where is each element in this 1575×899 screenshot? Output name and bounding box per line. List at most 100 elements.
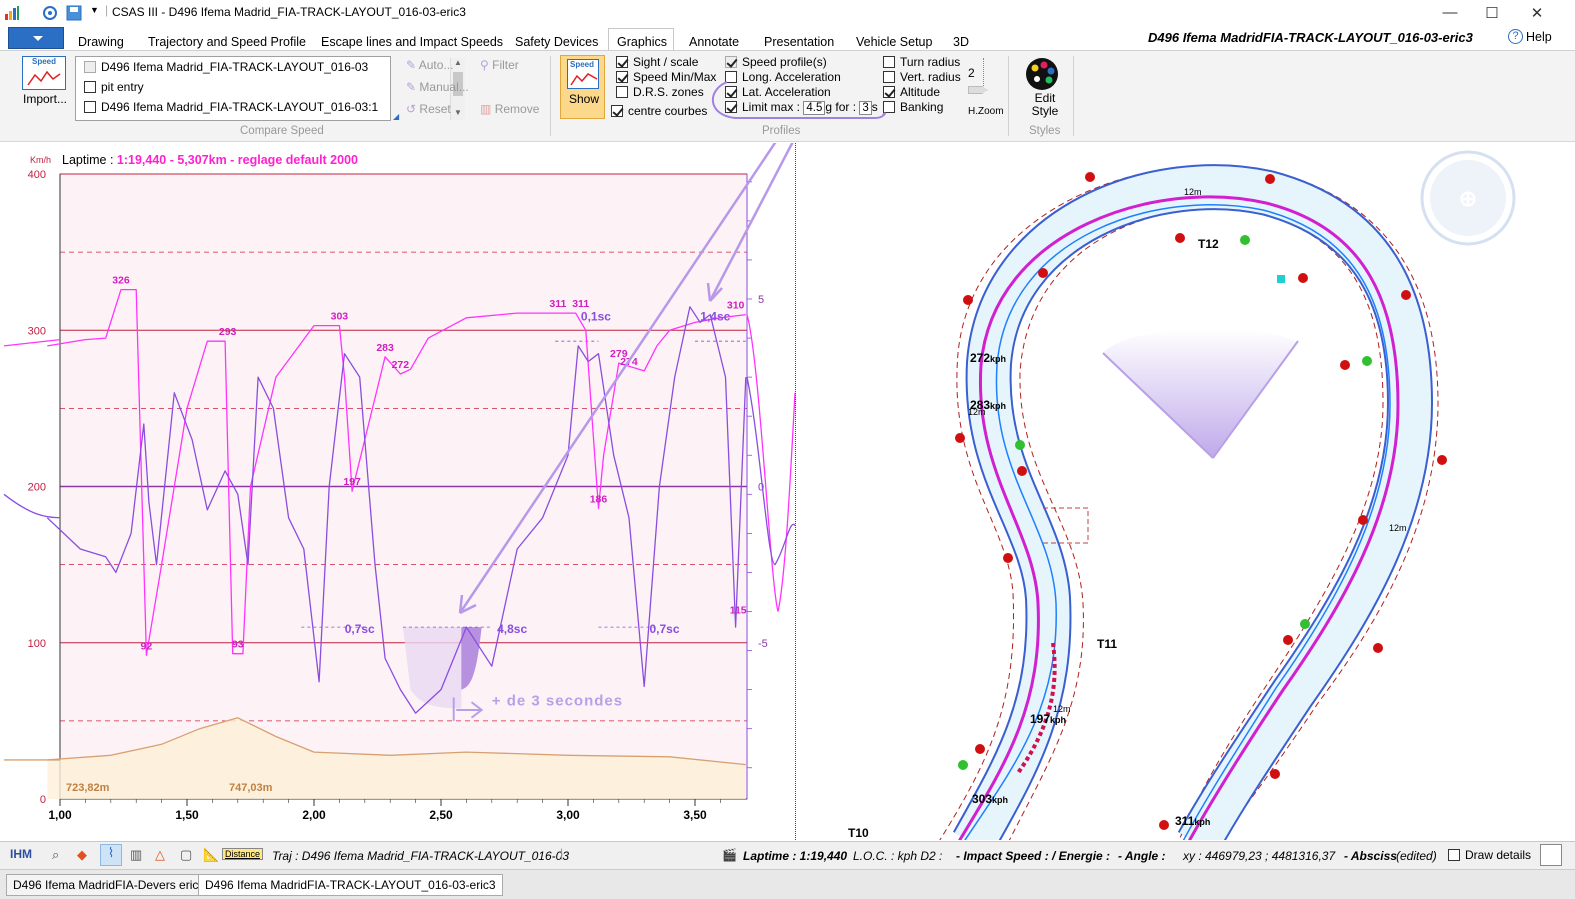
title-bar: ▼ | CSAS III - D496 Ifema Madrid_FIA-TRA…	[0, 0, 1575, 26]
styles-group-label: Styles	[1029, 125, 1061, 137]
track-boundary-inner	[1007, 208, 1384, 844]
reset-icon: ↺	[406, 102, 417, 116]
doc-tab-active[interactable]: D496 Ifema MadridFIA-TRACK-LAYOUT_016-03…	[198, 874, 503, 896]
altitude-label: 747,03m	[229, 782, 273, 794]
edit-style-button[interactable]: Edit Style	[1030, 92, 1060, 118]
status-loc: L.O.C. : kph D2 :	[853, 849, 943, 863]
auto-button[interactable]: ✎ Auto...	[406, 58, 453, 72]
y-tick-label: 400	[28, 169, 46, 181]
status-angle: - Angle :	[1118, 849, 1166, 863]
corner-label: T11	[1097, 637, 1117, 651]
hzoom-label: H.Zoom	[968, 106, 1004, 117]
centre-courbes-checkbox[interactable]: centre courbes	[611, 104, 707, 118]
speed-profiles-checkbox[interactable]: Speed profile(s)	[725, 55, 827, 69]
list-item[interactable]: D496 Ifema Madrid_FIA-TRACK-LAYOUT_016-0…	[84, 60, 368, 74]
import-speed-icon[interactable]: Speed	[22, 56, 66, 90]
import-button[interactable]: Import...	[23, 92, 67, 106]
data-label: 115	[730, 604, 747, 616]
tab-presentation[interactable]: Presentation	[764, 35, 834, 49]
chart-title: Laptime : 1:19,440 - 5,307km - reglage d…	[62, 153, 358, 167]
turn-radius-label: Turn radius	[900, 55, 961, 69]
track-map-svg[interactable]: ⊕ T12 T11 T10 272kph 283kph 197kph 303kp…	[798, 143, 1575, 855]
tab-escape-lines[interactable]: Escape lines and Impact Speeds	[321, 35, 503, 49]
remove-icon: ▥	[480, 102, 492, 116]
ribbon-separator	[1073, 56, 1074, 136]
distance-label: 12m	[1184, 187, 1202, 197]
auto-label: Auto...	[418, 58, 454, 72]
tab-drawing[interactable]: Drawing	[78, 35, 124, 49]
app-menu-button[interactable]	[8, 27, 64, 49]
manual-label: Manual...	[419, 80, 469, 94]
zoom-icon[interactable]: ⌕	[52, 847, 59, 863]
filter-icon: ⚲	[480, 58, 489, 72]
series-lat-lead	[3, 493, 61, 519]
list-item[interactable]: D496 Ifema Madrid_FIA-TRACK-LAYOUT_016-0…	[84, 100, 378, 114]
list-item[interactable]: pit entry	[84, 80, 144, 94]
palette-icon[interactable]	[1025, 57, 1059, 91]
help-link[interactable]: Help	[1526, 30, 1552, 44]
tab-3d[interactable]: 3D	[953, 35, 969, 49]
sight-scale-checkbox[interactable]: Sight / scale	[616, 55, 698, 69]
triangle-icon[interactable]: △	[155, 847, 165, 863]
help-icon[interactable]: ?	[1508, 29, 1523, 44]
minimize-button[interactable]: —	[1440, 4, 1460, 21]
right-tick-label: 5	[758, 294, 764, 306]
draw-details-label: Draw details	[1465, 848, 1532, 862]
quick-access-dropdown-icon[interactable]: ▼	[90, 5, 99, 15]
speed-profile-chart[interactable]: 5 0 -5 0 100 200 300 400 Km/h 1,00 1,50 2,00 2,50 3,0…	[0, 127, 802, 840]
track-map[interactable]: ⊕ T12 T11 T10 272kph 283kph 197kph 303kp…	[798, 143, 1575, 855]
chart-icon[interactable]: ⌇	[100, 844, 122, 866]
tab-annotate[interactable]: Annotate	[689, 35, 739, 49]
tab-graphics[interactable]: Graphics	[617, 35, 667, 49]
data-label: 186	[590, 493, 608, 505]
tab-trajectory[interactable]: Trajectory and Speed Profile	[148, 35, 306, 49]
speed-label: 311kph	[1175, 814, 1210, 828]
clapper-icon: 🎬	[722, 848, 737, 862]
close-button[interactable]: ✕	[1527, 4, 1547, 22]
turn-radius-checkbox[interactable]: Turn radius	[883, 55, 960, 69]
remove-label: Remove	[494, 102, 540, 116]
gear-icon[interactable]	[42, 5, 58, 21]
compare-speed-list[interactable]: D496 Ifema Madrid_FIA-TRACK-LAYOUT_016-0…	[75, 56, 465, 121]
chart-title-prefix: Laptime :	[62, 153, 117, 167]
distance-icon[interactable]: Distance	[222, 848, 264, 860]
remove-button[interactable]: ▥ Remove	[480, 102, 539, 116]
y-tick-label: 300	[28, 325, 46, 337]
sight-scale-label: Sight / scale	[633, 55, 699, 69]
window-title: CSAS III - D496 Ifema Madrid_FIA-TRACK-L…	[112, 5, 466, 19]
ihm-label[interactable]: IHM	[10, 847, 32, 861]
list-resize-icon[interactable]: ◢	[393, 112, 399, 121]
frame-icon[interactable]: ▢	[180, 847, 192, 863]
show-speed-button[interactable]: Speed Show	[560, 55, 605, 119]
manual-button[interactable]: ✎ Manual...	[406, 80, 469, 94]
speed-icon: Speed	[567, 59, 599, 89]
ruler-icon[interactable]: 📐	[203, 847, 219, 863]
maximize-button[interactable]: ☐	[1482, 4, 1502, 22]
tab-vehicle-setup[interactable]: Vehicle Setup	[856, 35, 932, 49]
doc-tab[interactable]: D496 Ifema MadridFIA-Devers eric	[6, 874, 206, 896]
data-label: 272	[392, 359, 410, 371]
save-icon[interactable]	[66, 5, 82, 21]
draw-details-checkbox[interactable]: Draw details	[1448, 848, 1531, 862]
drs-zones-label: D.R.S. zones	[633, 85, 704, 99]
y-axis-label: Km/h	[30, 155, 51, 165]
tab-safety-devices[interactable]: Safety Devices	[515, 35, 598, 49]
hzoom-value: 2	[968, 66, 975, 80]
grid-icon[interactable]	[1540, 844, 1562, 866]
reset-button[interactable]: ↺ Reset	[406, 102, 451, 116]
x-tick-label: 2,00	[302, 808, 326, 822]
filter-button[interactable]: ⚲ Filter	[480, 58, 519, 72]
speed-chart-svg[interactable]: 50-50100200300400Km/h1,00 1,50 2,00 2,50 3,0…	[0, 127, 802, 840]
corner-label: T12	[1198, 237, 1219, 251]
import-icon-label: Speed	[32, 57, 57, 66]
cube-icon[interactable]: ◆	[77, 847, 87, 863]
document-title: D496 Ifema MadridFIA-TRACK-LAYOUT_016-03…	[1148, 30, 1473, 45]
bars-icon[interactable]: ▥	[130, 847, 142, 863]
data-label: 93	[232, 639, 244, 651]
show-label: Show	[569, 92, 600, 106]
auto-icon: ✎	[406, 58, 417, 72]
y-tick-label: 100	[28, 638, 46, 650]
hzoom-slider[interactable]	[983, 58, 991, 90]
speed-min-max-checkbox[interactable]: Speed Min/Max	[616, 70, 716, 84]
drs-zones-checkbox[interactable]: D.R.S. zones	[616, 85, 704, 99]
